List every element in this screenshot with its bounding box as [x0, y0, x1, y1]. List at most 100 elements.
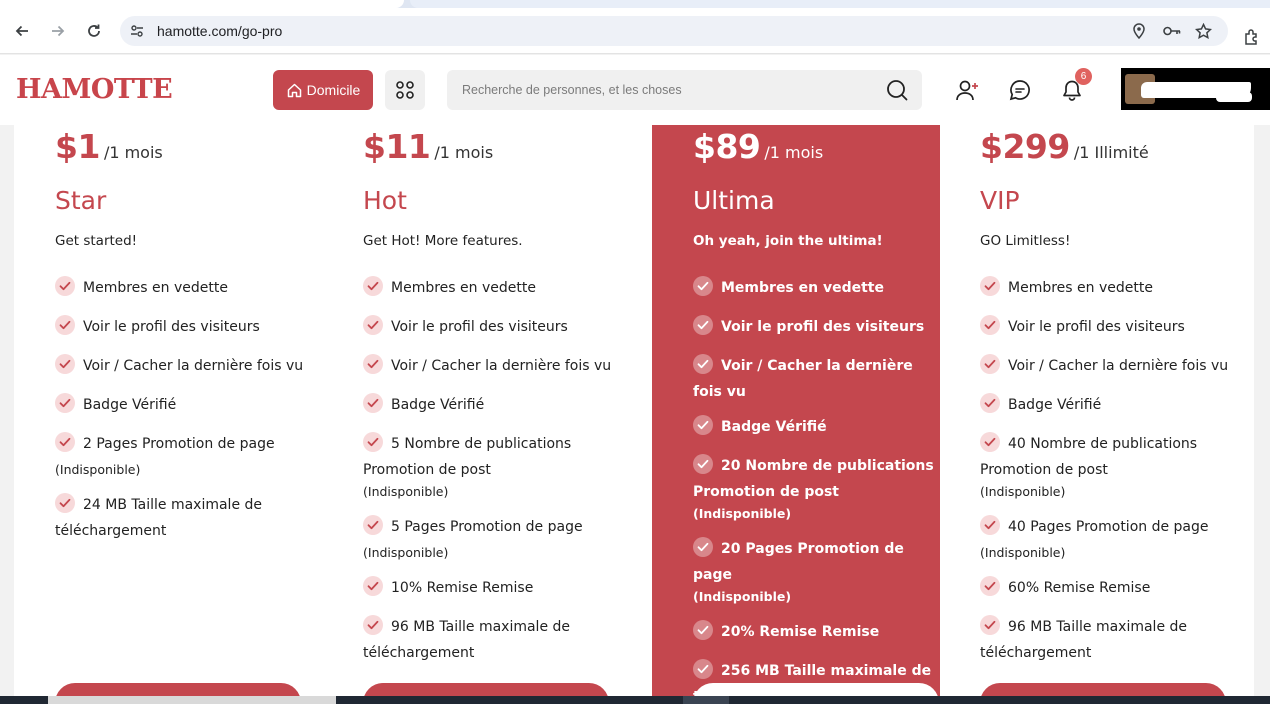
feature-list: Membres en vedette Voir le profil des vis… — [693, 276, 943, 704]
messages-icon[interactable] — [1009, 79, 1031, 105]
home-button-label: Domicile — [306, 82, 361, 98]
search-icon[interactable] — [886, 79, 908, 105]
feature-text: Badge Vérifié — [83, 397, 177, 413]
star-icon[interactable] — [1194, 22, 1213, 43]
check-icon — [693, 454, 713, 481]
feature-note: (Indisponible) — [55, 462, 141, 477]
check-icon — [55, 493, 75, 520]
plan-name: VIP — [980, 186, 1020, 215]
active-tab[interactable] — [0, 0, 404, 8]
reload-icon[interactable] — [83, 20, 105, 42]
feature-text: 5 Pages Promotion de page — [391, 519, 583, 535]
taskbar-item[interactable] — [48, 696, 336, 704]
feature-text: 20 Nombre de publications Promotion de p… — [693, 458, 934, 500]
feature-item: Voir / Cacher la dernière fois vu — [363, 354, 613, 381]
check-icon — [55, 393, 75, 420]
feature-item: 2 Pages Promotion de page (Indisponible) — [55, 432, 305, 481]
feature-note: (Indisponible) — [980, 484, 1066, 499]
url-text[interactable]: hamotte.com/go-pro — [157, 23, 282, 39]
feature-note: (Indisponible) — [363, 545, 449, 560]
feature-item: 40 Nombre de publications Promotion de p… — [980, 432, 1230, 503]
feature-item: Voir le profil des visiteurs — [693, 315, 943, 342]
plan-price: $1 — [55, 127, 100, 166]
notification-badge: 6 — [1075, 68, 1092, 85]
feature-note: (Indisponible) — [693, 506, 792, 521]
check-icon — [363, 276, 383, 303]
apps-grid-icon — [396, 81, 414, 99]
check-icon — [55, 432, 75, 459]
feature-item: 5 Nombre de publications Promotion de po… — [363, 432, 613, 503]
feature-text: 10% Remise Remise — [391, 580, 534, 596]
user-avatar[interactable] — [1121, 68, 1270, 110]
add-friend-icon[interactable] — [955, 79, 979, 105]
check-icon — [980, 354, 1000, 381]
check-icon — [693, 659, 713, 686]
price-row: $1/1 mois — [55, 127, 163, 166]
feature-text: Voir / Cacher la dernière fois vu — [83, 358, 304, 374]
site-header: HAMOTTE Domicile — [0, 55, 1270, 125]
feature-note: (Indisponible) — [363, 484, 449, 499]
check-icon — [363, 515, 383, 542]
site-logo[interactable]: HAMOTTE — [16, 74, 173, 105]
feature-text: Voir / Cacher la dernière fois vu — [391, 358, 612, 374]
price-row: $11/1 mois — [363, 127, 493, 166]
extensions-icon[interactable] — [1243, 28, 1261, 50]
check-icon — [363, 576, 383, 603]
feature-text: Badge Vérifié — [1008, 397, 1102, 413]
feature-list: Membres en vedette Voir le profil des vis… — [980, 276, 1230, 676]
check-icon — [980, 515, 1000, 542]
feature-text: 20% Remise Remise — [721, 624, 880, 640]
plan-card-hot: $11/1 mois Hot Get Hot! More features. Memb… — [322, 125, 613, 704]
plan-card-ultima: $89/1 mois Ultima Oh yeah, join the ultima… — [652, 125, 940, 704]
forward-arrow-icon[interactable] — [47, 20, 69, 42]
feature-list: Membres en vedette Voir le profil des vis… — [55, 276, 305, 554]
pricing-panel: $1/1 mois Star Get started! Membres en vede… — [14, 125, 1254, 704]
check-icon — [363, 315, 383, 342]
check-icon — [693, 620, 713, 647]
check-icon — [55, 276, 75, 303]
feature-text: 5 Nombre de publications Promotion de po… — [363, 436, 572, 478]
plan-name: Hot — [363, 186, 407, 215]
address-bar[interactable]: hamotte.com/go-pro — [120, 16, 1228, 46]
site-settings-icon[interactable] — [129, 23, 145, 43]
apps-menu-button[interactable] — [385, 70, 425, 110]
taskbar-item[interactable] — [683, 696, 729, 704]
feature-text: 96 MB Taille maximale de téléchargement — [363, 619, 571, 661]
search-bar — [447, 70, 922, 110]
price-row: $299/1 Illimité — [980, 127, 1149, 166]
feature-text: 20 Pages Promotion de page — [693, 541, 904, 583]
feature-item: Membres en vedette — [55, 276, 305, 303]
plan-card-vip: $299/1 Illimité VIP GO Limitless! Membres e… — [939, 125, 1230, 704]
plan-price: $11 — [363, 127, 431, 166]
inactive-tab[interactable] — [410, 0, 1270, 8]
plan-tagline: Oh yeah, join the ultima! — [693, 233, 883, 249]
feature-item: Voir le profil des visiteurs — [980, 315, 1230, 342]
feature-text: 2 Pages Promotion de page — [83, 436, 275, 452]
price-row: $89/1 mois — [693, 127, 823, 166]
search-input[interactable] — [447, 70, 877, 110]
feature-text: Badge Vérifié — [391, 397, 485, 413]
feature-item: 24 MB Taille maximale de téléchargement — [55, 493, 305, 542]
feature-text: Membres en vedette — [721, 280, 884, 296]
plan-period: /1 mois — [434, 143, 494, 162]
feature-item: Voir / Cacher la dernière fois vu — [980, 354, 1230, 381]
feature-item: 20 Pages Promotion de page (Indisponible) — [693, 537, 943, 608]
check-icon — [693, 276, 713, 303]
back-arrow-icon[interactable] — [11, 20, 33, 42]
home-button[interactable]: Domicile — [273, 70, 373, 110]
browser-toolbar: hamotte.com/go-pro — [0, 8, 1270, 54]
key-icon[interactable] — [1162, 23, 1182, 43]
check-icon — [363, 615, 383, 642]
feature-text: Voir le profil des visiteurs — [83, 319, 260, 335]
plan-tagline: Get Hot! More features. — [363, 233, 523, 249]
feature-text: Voir / Cacher la dernière fois vu — [1008, 358, 1229, 374]
feature-item: Voir le profil des visiteurs — [55, 315, 305, 342]
feature-note: (Indisponible) — [980, 545, 1066, 560]
feature-list: Membres en vedette Voir le profil des vis… — [363, 276, 613, 676]
plan-period: /1 mois — [764, 143, 824, 162]
feature-item: Badge Vérifié — [980, 393, 1230, 420]
feature-item: 40 Pages Promotion de page (Indisponible) — [980, 515, 1230, 564]
plan-period: /1 Illimité — [1073, 143, 1149, 162]
location-icon[interactable] — [1132, 23, 1146, 43]
feature-item: 10% Remise Remise — [363, 576, 613, 603]
